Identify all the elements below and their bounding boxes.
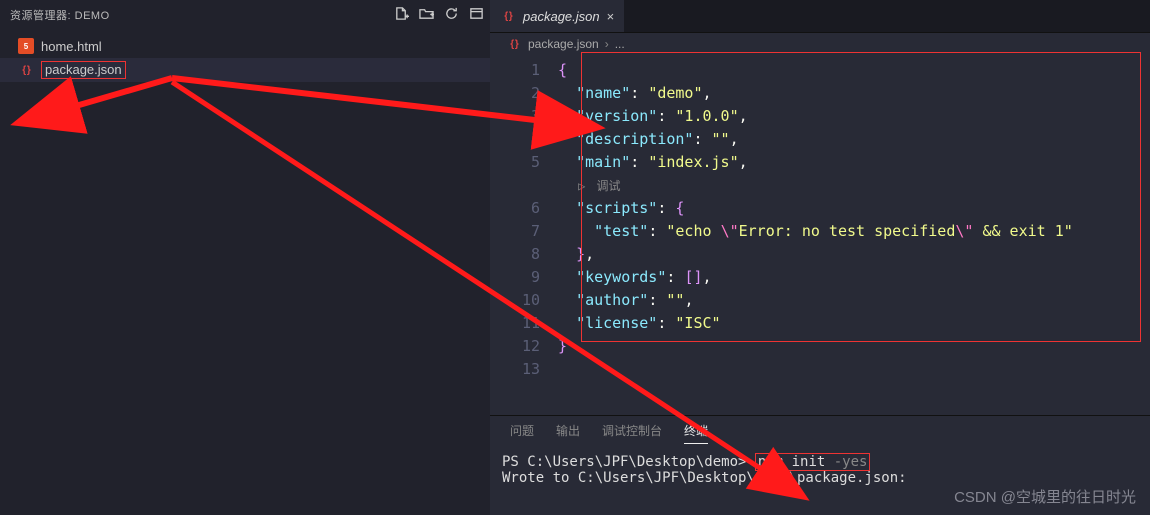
breadcrumb[interactable]: { } package.json › ... (490, 33, 1150, 55)
new-file-icon[interactable] (394, 6, 409, 24)
bottom-panel: 问题输出调试控制台终端 PS C:\Users\JPF\Desktop\demo… (490, 415, 1150, 515)
json-icon: { } (18, 62, 34, 78)
terminal[interactable]: PS C:\Users\JPF\Desktop\demo> npm init -… (490, 450, 1150, 515)
chevron-right-icon: › (605, 37, 609, 51)
explorer-header: 资源管理器: DEMO (0, 0, 490, 30)
editor-pane: { } package.json × { } package.json › ..… (490, 0, 1150, 515)
tab-label: package.json (523, 9, 600, 24)
json-icon: { } (500, 8, 516, 24)
panel-tab-2[interactable]: 调试控制台 (602, 422, 662, 444)
breadcrumb-tail: ... (615, 37, 625, 51)
breadcrumb-file: package.json (528, 37, 599, 51)
panel-tabs: 问题输出调试控制台终端 (490, 416, 1150, 450)
json-icon: { } (506, 36, 522, 52)
explorer-title-prefix: 资源管理器: (10, 10, 71, 22)
panel-tab-0[interactable]: 问题 (510, 422, 534, 444)
new-folder-icon[interactable] (419, 6, 434, 24)
file-package-json[interactable]: { } package.json (0, 58, 490, 82)
editor-tabs: { } package.json × (490, 0, 1150, 33)
tab-package-json[interactable]: { } package.json × (490, 0, 624, 32)
file-explorer: 资源管理器: DEMO 5 home.html { } package.json (0, 0, 490, 515)
file-label: home.html (41, 39, 102, 54)
file-label: package.json (41, 61, 126, 79)
panel-tab-3[interactable]: 终端 (684, 422, 708, 444)
close-icon[interactable]: × (607, 9, 615, 24)
panel-tab-1[interactable]: 输出 (556, 422, 580, 444)
explorer-project-name: DEMO (75, 10, 110, 22)
refresh-icon[interactable] (444, 6, 459, 24)
html-icon: 5 (18, 38, 34, 54)
collapse-icon[interactable] (469, 6, 484, 24)
code-editor[interactable]: 12345678910111213 { "name": "demo", "ver… (490, 55, 1150, 415)
file-tree: 5 home.html { } package.json (0, 30, 490, 82)
file-home-html[interactable]: 5 home.html (0, 34, 490, 58)
